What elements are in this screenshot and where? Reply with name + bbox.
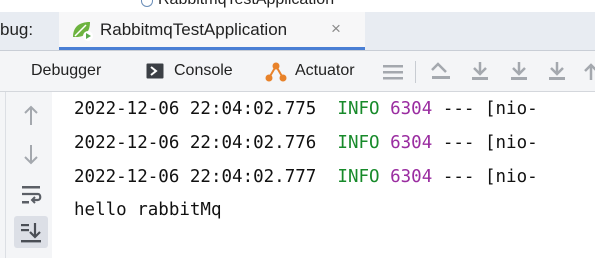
step-into-icon[interactable]	[510, 61, 528, 86]
debug-label: bug:	[0, 20, 34, 39]
program-output-line: hello rabbitMq	[74, 200, 222, 220]
debug-toolbar: Debugger Console Actuator	[0, 51, 595, 92]
log-timestamp: 2022-12-06 22:04:02.777	[74, 167, 317, 187]
menu-icon[interactable]	[383, 64, 403, 85]
log-thread: --- [nio-	[442, 167, 538, 187]
soft-wrap-icon	[22, 186, 42, 204]
log-timestamp: 2022-12-06 22:04:02.776	[74, 133, 317, 153]
log-pid: 6304	[390, 133, 433, 153]
active-tab-indicator	[59, 47, 365, 50]
tab-actuator[interactable]: Actuator	[295, 51, 355, 91]
run-config-name: RabbitmqTestApplication	[100, 20, 288, 39]
app-icon	[141, 0, 153, 7]
step-out-icon[interactable]	[582, 61, 595, 86]
log-level: INFO	[337, 167, 380, 187]
force-step-into-icon[interactable]	[548, 61, 566, 86]
scroll-to-end-icon	[21, 223, 41, 243]
log-timestamp: 2022-12-06 22:04:02.775	[74, 99, 317, 119]
log-pid: 6304	[390, 99, 433, 119]
scroll-down-button[interactable]	[14, 138, 48, 170]
scroll-up-button[interactable]	[14, 100, 48, 132]
scroll-down-icon	[24, 145, 38, 165]
run-config-tab[interactable]: RabbitmqTestApplication ×	[59, 12, 365, 50]
log-line: 2022-12-06 22:04:02.776 INFO 6304 --- [n…	[74, 132, 538, 154]
console-sidebar	[0, 92, 52, 258]
log-line: 2022-12-06 22:04:02.777 INFO 6304 --- [n…	[74, 166, 538, 188]
tab-console[interactable]: Console	[174, 51, 233, 91]
window-title: RabbitmqTestApplication	[158, 0, 334, 9]
window-title-strip: RabbitmqTestApplication	[0, 0, 595, 12]
console-icon	[146, 63, 164, 84]
actuator-icon	[264, 61, 288, 88]
scroll-to-end-button[interactable]	[14, 216, 48, 248]
log-level: INFO	[337, 133, 380, 153]
log-thread: --- [nio-	[442, 99, 538, 119]
show-execution-point-icon[interactable]	[430, 62, 452, 85]
log-level: INFO	[337, 99, 380, 119]
soft-wrap-button[interactable]	[14, 178, 48, 210]
log-pid: 6304	[390, 167, 433, 187]
scroll-up-icon	[24, 105, 38, 125]
console-output[interactable]: 2022-12-06 22:04:02.775 INFO 6304 --- [n…	[53, 92, 595, 258]
log-line: 2022-12-06 22:04:02.775 INFO 6304 --- [n…	[74, 98, 538, 120]
step-over-icon[interactable]	[471, 61, 489, 86]
toolbar-separator	[415, 61, 416, 83]
tab-debugger[interactable]: Debugger	[31, 51, 101, 91]
log-thread: --- [nio-	[442, 133, 538, 153]
close-tab-icon[interactable]: ×	[331, 19, 341, 39]
spring-run-icon	[70, 20, 94, 47]
sidebar-divider	[5, 92, 6, 258]
